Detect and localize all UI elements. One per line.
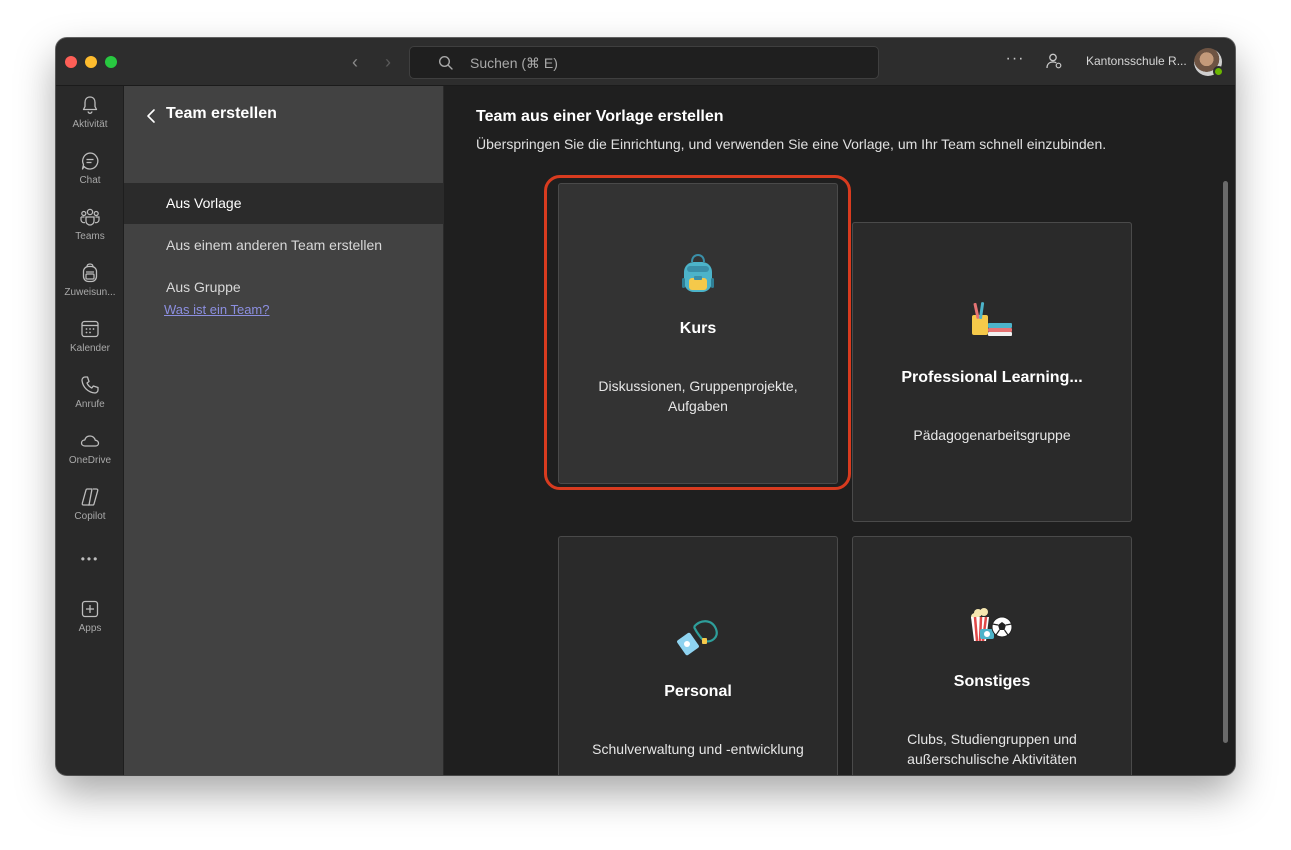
template-card-sonstiges[interactable]: Sonstiges Clubs, Studiengruppen und auße… [852, 536, 1132, 775]
calendar-icon [81, 320, 99, 338]
card-description: Clubs, Studiengruppen und außerschulisch… [907, 731, 1077, 767]
rail-more-button[interactable]: ••• [56, 552, 124, 572]
teams-icon [80, 208, 100, 226]
title-bar: ‹ › Suchen (⌘ E) ··· Kantonsschule R... [56, 38, 1235, 86]
rail-item-copilot[interactable]: Copilot [56, 486, 124, 534]
more-options-button[interactable]: ··· [1004, 50, 1026, 72]
card-description: Diskussionen, Gruppenprojekte, Aufgaben [598, 378, 798, 414]
card-title: Sonstiges [953, 673, 1031, 690]
search-input[interactable]: Suchen (⌘ E) [409, 46, 879, 79]
bell-icon [82, 96, 98, 114]
card-description: Schulverwaltung und -entwicklung [592, 741, 804, 757]
scrollbar[interactable] [1223, 181, 1228, 743]
panel-title: Team erstellen [166, 105, 277, 122]
panel-item-aus-anderem-team[interactable]: Aus einem anderen Team erstellen [124, 225, 444, 266]
search-placeholder: Suchen (⌘ E) [470, 55, 558, 71]
panel-item-aus-vorlage[interactable]: Aus Vorlage [124, 183, 444, 224]
rail-item-chat[interactable]: Chat [56, 150, 124, 198]
maximize-window-button[interactable] [105, 56, 117, 68]
card-title: Kurs [679, 320, 717, 337]
forward-arrow-icon[interactable]: › [378, 52, 398, 72]
template-card-kurs[interactable]: Kurs Diskussionen, Gruppenprojekte, Aufg… [558, 183, 838, 484]
create-team-panel: Team erstellen Aus Vorlage Aus einem and… [124, 86, 444, 775]
template-card-personal[interactable]: Personal Schulverwaltung und -entwicklun… [558, 536, 838, 775]
lanyard-badge-icon [677, 620, 718, 656]
popcorn-soccer-icon [971, 608, 1013, 642]
chevron-left-icon[interactable] [144, 108, 158, 124]
close-window-button[interactable] [65, 56, 77, 68]
organization-name[interactable]: Kantonsschule R... [1086, 54, 1187, 68]
rail-item-onedrive[interactable]: OneDrive [56, 430, 124, 478]
rail-item-zuweisungen[interactable]: Zuweisun... [56, 262, 124, 310]
rail-item-kalender[interactable]: Kalender [56, 318, 124, 366]
people-settings-icon[interactable] [1045, 52, 1063, 70]
what-is-team-link[interactable]: Was ist ein Team? [164, 302, 270, 317]
card-title: Professional Learning... [901, 369, 1083, 386]
backpack-icon [682, 254, 714, 292]
minimize-window-button[interactable] [85, 56, 97, 68]
books-pencils-icon [972, 302, 1012, 336]
phone-icon [81, 376, 99, 394]
rail-item-teams[interactable]: Teams [56, 206, 124, 254]
template-card-professional-learning-body[interactable]: Professional Learning... Pädagogenarbeit… [852, 222, 1132, 522]
status-badge [1213, 66, 1224, 77]
page-title: Team aus einer Vorlage erstellen [476, 108, 724, 125]
card-title: Personal [664, 683, 732, 700]
search-icon [438, 55, 453, 70]
rail-item-apps[interactable]: Apps [56, 598, 124, 646]
teams-window: ‹ › Suchen (⌘ E) ··· Kantonsschule R... … [56, 38, 1235, 775]
back-arrow-icon[interactable]: ‹ [345, 52, 365, 72]
app-rail: Aktivität Chat Teams Zuweisun... Kalende… [56, 86, 124, 775]
chat-icon [81, 152, 99, 170]
main-content: Team aus einer Vorlage erstellen Überspr… [444, 86, 1235, 775]
page-subtitle: Überspringen Sie die Einrichtung, und ve… [476, 136, 1107, 152]
rail-item-aktivitaet[interactable]: Aktivität [56, 94, 124, 142]
cloud-icon [80, 435, 100, 447]
card-description: Pädagogenarbeitsgruppe [913, 427, 1071, 443]
copilot-icon [81, 488, 99, 506]
apps-icon [81, 600, 99, 618]
rail-item-anrufe[interactable]: Anrufe [56, 374, 124, 422]
backpack-icon [82, 263, 98, 283]
